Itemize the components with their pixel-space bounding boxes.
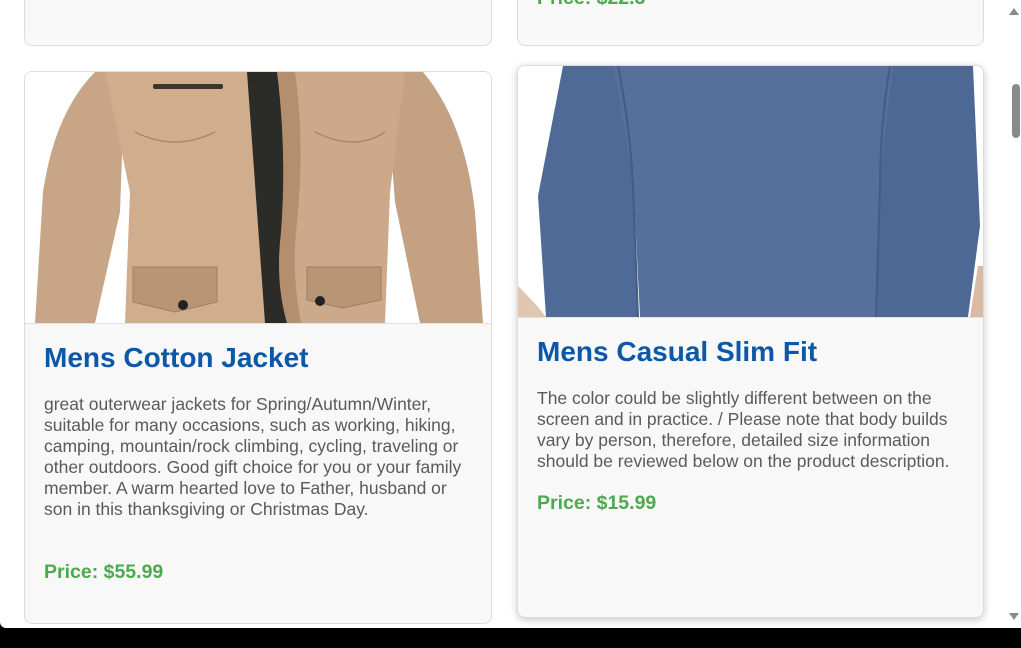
product-title[interactable]: Mens Casual Slim Fit <box>537 336 817 368</box>
product-description: The color could be slightly different be… <box>537 388 950 471</box>
taskbar-strip <box>0 628 1021 648</box>
triangle-down-icon[interactable] <box>1009 613 1019 620</box>
product-card[interactable]: Price: $22.3 <box>517 0 984 46</box>
jacket-illustration <box>25 72 491 323</box>
product-card[interactable]: Mens Cotton Jacket great outerwear jacke… <box>24 71 492 624</box>
product-price: Price: $22.3 <box>537 0 645 10</box>
product-price: Price: $55.99 <box>44 561 164 583</box>
product-title[interactable]: Mens Cotton Jacket <box>44 342 309 374</box>
product-grid: Price: $22.3 <box>0 0 1021 628</box>
product-card[interactable] <box>24 0 492 46</box>
product-description: great outerwear jackets for Spring/Autum… <box>44 394 462 519</box>
vertical-scrollbar[interactable] <box>1006 0 1021 628</box>
scrollbar-thumb[interactable] <box>1012 84 1020 138</box>
tshirt-image[interactable] <box>518 66 983 318</box>
product-card[interactable]: Mens Casual Slim Fit The color could be … <box>517 65 984 618</box>
jacket-image[interactable] <box>25 72 491 324</box>
triangle-up-icon[interactable] <box>1009 8 1019 15</box>
product-price: Price: $15.99 <box>537 492 657 514</box>
tshirt-illustration <box>518 66 983 317</box>
